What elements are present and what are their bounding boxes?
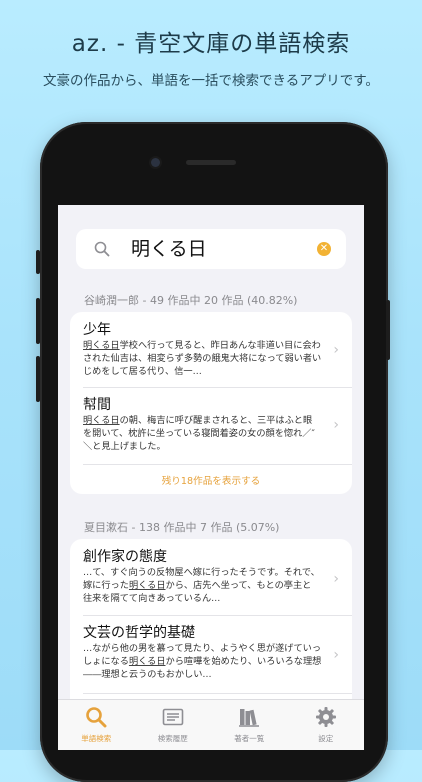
phone-mute-switch	[36, 250, 40, 274]
tab-author-list[interactable]: 著者一覧	[211, 700, 288, 750]
tab-label: 検索履歴	[157, 734, 188, 743]
phone-power-button	[386, 300, 390, 360]
promo-subheadline: 文豪の作品から、単語を一括で検索できるアプリです。	[43, 73, 379, 89]
work-title: 創作家の態度	[83, 549, 167, 565]
author-section-header: 谷崎潤一郎 - 49 作品中 20 作品 (40.82%)	[84, 294, 298, 307]
work-title: 文芸の哲学的基礎	[83, 625, 195, 641]
work-entry[interactable]: 幇間 明くる日の朝、梅吉に呼び醒まされると、三平はふと眼 を開いて、枕許に坐って…	[70, 388, 352, 458]
phone-volume-up	[36, 298, 40, 344]
author-result-card: 少年 明くる日学校へ行って見ると、昨日あんな非道い目に会わ された仙吉は、相変ら…	[70, 312, 352, 494]
search-icon	[94, 241, 110, 257]
author-section-header: 夏目漱石 - 138 作品中 7 作品 (5.07%)	[84, 521, 280, 534]
chevron-right-icon: ›	[333, 342, 339, 358]
tab-label: 単語検索	[81, 734, 112, 743]
chevron-right-icon: ›	[333, 571, 339, 587]
tab-bar: 単語検索 検索履歴 著者一覧 設定	[58, 699, 364, 750]
work-snippet: 明くる日の朝、梅吉に呼び醒まされると、三平はふと眼 を開いて、枕許に坐っている寝…	[83, 415, 315, 452]
search-icon	[86, 707, 107, 728]
front-camera	[151, 158, 160, 167]
work-entry[interactable]: 少年 明くる日学校へ行って見ると、昨日あんな非道い目に会わ された仙吉は、相変ら…	[70, 312, 352, 383]
work-entry[interactable]: 文芸の哲学的基礎 …ながら他の男を慕って見たり、ようやく思が遂げていっ しょにな…	[70, 616, 352, 688]
app-screen: 明くる日 ✕ 谷崎潤一郎 - 49 作品中 20 作品 (40.82%) 少年 …	[58, 205, 364, 750]
chevron-right-icon: ›	[333, 647, 339, 663]
promo-headline: az. - 青空文庫の単語検索	[71, 31, 351, 57]
work-snippet: 明くる日学校へ行って見ると、昨日あんな非道い目に会わ された仙吉は、相変らず多勢…	[83, 340, 322, 377]
gear-icon	[315, 707, 336, 727]
work-snippet: …て、すぐ向うの反物屋へ嫁に行ったそうです。それで、 嫁に行った明くる日から、店…	[83, 567, 320, 604]
tab-settings[interactable]: 設定	[288, 700, 365, 750]
work-title: 少年	[83, 322, 111, 338]
work-entry[interactable]: 創作家の態度 …て、すぐ向うの反物屋へ嫁に行ったそうです。それで、 嫁に行った明…	[70, 539, 352, 612]
tab-search-history[interactable]: 検索履歴	[135, 700, 212, 750]
work-snippet: …ながら他の男を慕って見たり、ようやく思が遂げていっ しょになる明くる日から喧嘩…	[83, 643, 322, 680]
tab-word-search[interactable]: 単語検索	[58, 700, 135, 750]
clear-search-icon[interactable]: ✕	[317, 242, 331, 256]
phone-volume-down	[36, 356, 40, 402]
earpiece-speaker	[186, 160, 236, 165]
history-icon	[162, 708, 184, 726]
books-icon	[239, 709, 260, 727]
search-input[interactable]: 明くる日	[131, 236, 207, 262]
search-bar[interactable]: 明くる日 ✕	[76, 229, 346, 269]
chevron-right-icon: ›	[333, 417, 339, 433]
tab-label: 著者一覧	[234, 734, 265, 743]
tab-label: 設定	[318, 734, 334, 743]
show-more-works-link[interactable]: 残り18作品を表示する	[70, 465, 352, 489]
work-title: 幇間	[83, 397, 111, 413]
